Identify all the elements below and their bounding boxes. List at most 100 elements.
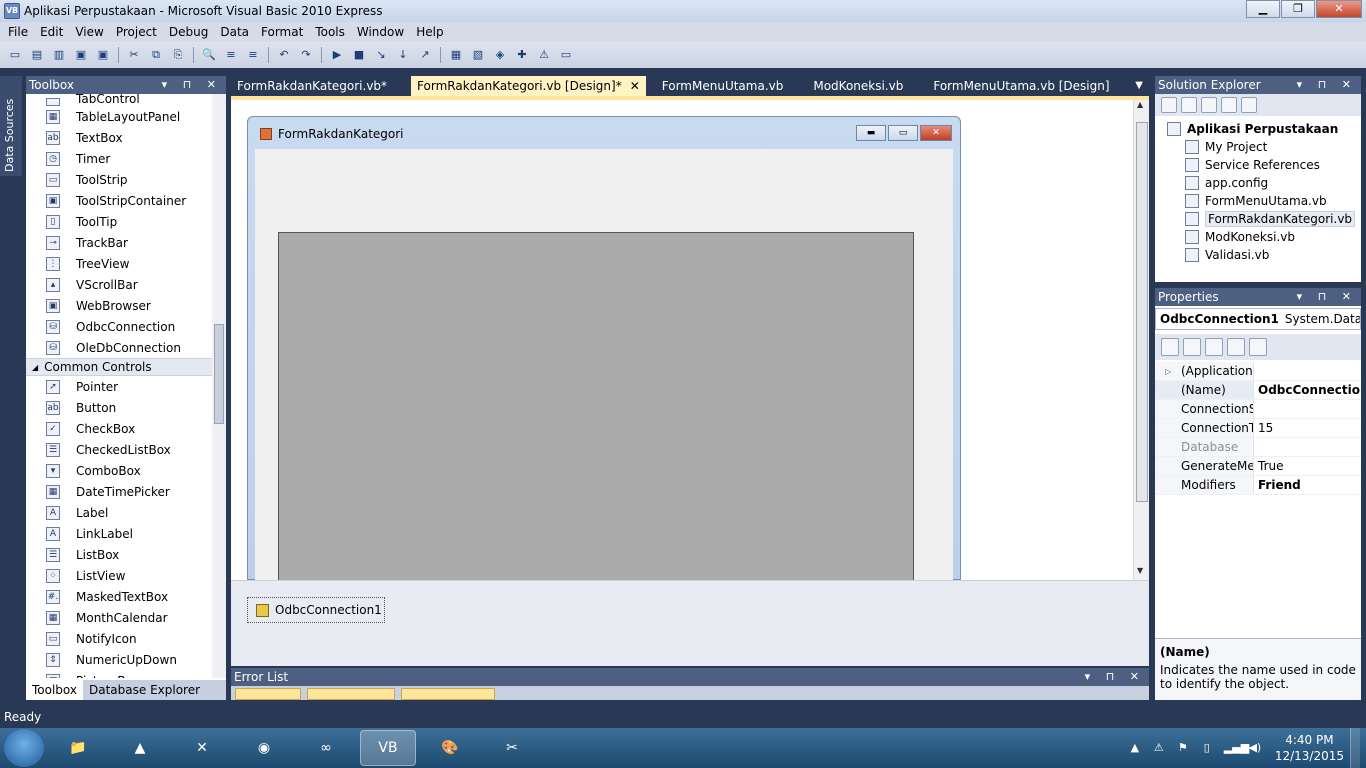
tab-list-dropdown-icon[interactable]: ▼ bbox=[1135, 80, 1143, 91]
comment-icon[interactable]: ≡ bbox=[223, 47, 239, 63]
undo-icon[interactable]: ↶ bbox=[276, 47, 292, 63]
doc-tab-0[interactable]: FormRakdanKategori.vb* bbox=[231, 76, 393, 96]
toolbox-item-picturebox[interactable]: ▨ PictureBox bbox=[26, 670, 212, 678]
minimize-button[interactable]: ▁ bbox=[1246, 0, 1280, 18]
toolbox-scrollbar[interactable] bbox=[212, 94, 226, 678]
solution-item-formrakdankategori-vb[interactable]: FormRakdanKategori.vb bbox=[1155, 210, 1361, 228]
properties-header-buttons[interactable]: ▾ ⊓ ✕ bbox=[1297, 288, 1357, 306]
toolbox-item-tooltip[interactable]: ▯ ToolTip bbox=[26, 211, 212, 232]
network-signal-icon[interactable]: ▂▄▆ bbox=[1224, 741, 1249, 755]
menu-view[interactable]: View bbox=[69, 25, 109, 39]
gray-panel[interactable] bbox=[278, 232, 914, 581]
find-icon[interactable]: 🔍 bbox=[201, 47, 217, 63]
property-value[interactable]: Friend bbox=[1253, 476, 1361, 494]
menu-debug[interactable]: Debug bbox=[163, 25, 214, 39]
show-desktop-button[interactable] bbox=[1350, 728, 1360, 768]
step-over-icon[interactable]: ↓ bbox=[395, 47, 411, 63]
property-row-connectionst[interactable]: ConnectionSt bbox=[1155, 400, 1361, 419]
toolbox-item-treeview[interactable]: ⋮ TreeView bbox=[26, 253, 212, 274]
toolbox-item-checkbox[interactable]: ✓ CheckBox bbox=[26, 418, 212, 439]
properties-object-selector[interactable]: OdbcConnection1 System.Data.Odbc bbox=[1155, 308, 1361, 330]
action-center-flag-icon[interactable]: ⚑ bbox=[1176, 741, 1190, 755]
copy-icon[interactable]: ⧉ bbox=[148, 47, 164, 63]
toolbox-item-linklabel[interactable]: A LinkLabel bbox=[26, 523, 212, 544]
form-window[interactable]: FormRakdanKategori ▬ ▭ ✕ bbox=[247, 116, 961, 581]
data-sources-tab[interactable]: Data Sources bbox=[0, 76, 22, 176]
form-close-button[interactable]: ✕ bbox=[920, 125, 952, 141]
solution-explorer-header-buttons[interactable]: ▾ ⊓ ✕ bbox=[1297, 76, 1357, 94]
property-value[interactable]: OdbcConnection1 bbox=[1253, 381, 1361, 399]
toolbox-item-textbox[interactable]: ab TextBox bbox=[26, 127, 212, 148]
events-icon[interactable] bbox=[1227, 338, 1245, 356]
property-value[interactable] bbox=[1253, 400, 1361, 418]
categorized-icon[interactable] bbox=[1161, 338, 1179, 356]
redo-icon[interactable]: ↷ bbox=[298, 47, 314, 63]
solution-item-modkoneksi-vb[interactable]: ModKoneksi.vb bbox=[1155, 228, 1361, 246]
toolbox-item-button[interactable]: ab Button bbox=[26, 397, 212, 418]
add-item-icon[interactable]: ▥ bbox=[51, 47, 67, 63]
form-client-area[interactable] bbox=[255, 149, 953, 581]
volume-icon[interactable]: ◀) bbox=[1248, 741, 1262, 755]
uncomment-icon[interactable]: ≡ bbox=[245, 47, 261, 63]
close-button[interactable]: ✕ bbox=[1316, 0, 1362, 18]
snipping-tool-icon[interactable]: ✂ bbox=[484, 730, 540, 766]
object-browser-icon[interactable]: ◈ bbox=[492, 47, 508, 63]
toolbox-item-notifyicon[interactable]: ▭ NotifyIcon bbox=[26, 628, 212, 649]
solution-root-project[interactable]: Aplikasi Perpustakaan bbox=[1155, 120, 1361, 138]
toolbox-item-listbox[interactable]: ☰ ListBox bbox=[26, 544, 212, 565]
property-row-connectionti[interactable]: ConnectionTi 15 bbox=[1155, 419, 1361, 438]
properties-icon[interactable]: ▧ bbox=[470, 47, 486, 63]
menu-window[interactable]: Window bbox=[351, 25, 410, 39]
visual-studio-icon[interactable]: ∞ bbox=[298, 730, 354, 766]
save-all-icon[interactable]: ▣ bbox=[95, 47, 111, 63]
menu-file[interactable]: File bbox=[2, 25, 34, 39]
toolbox-item-odbcconnection[interactable]: ⛁ OdbcConnection bbox=[26, 316, 212, 337]
property-value[interactable] bbox=[1253, 438, 1361, 456]
toolbox-item-oledbconnection[interactable]: ⛁ OleDbConnection bbox=[26, 337, 212, 358]
property-row-name[interactable]: (Name) OdbcConnection1 bbox=[1155, 381, 1361, 400]
toolbox-item-datetimepicker[interactable]: ▦ DateTimePicker bbox=[26, 481, 212, 502]
toolbox-item-checkedlistbox[interactable]: ☰ CheckedListBox bbox=[26, 439, 212, 460]
tab-database-explorer[interactable]: Database Explorer bbox=[83, 683, 206, 697]
menu-project[interactable]: Project bbox=[110, 25, 163, 39]
toolbox-category-common-controls[interactable]: ◢ Common Controls bbox=[26, 358, 212, 376]
close-tab-icon[interactable]: ✕ bbox=[630, 79, 640, 93]
toolbox-item-tablelayoutpanel[interactable]: ▦ TableLayoutPanel bbox=[26, 106, 212, 127]
alphabetical-icon[interactable] bbox=[1183, 338, 1201, 356]
cut-icon[interactable]: ✂ bbox=[126, 47, 142, 63]
firefox-icon[interactable]: ◉ bbox=[236, 730, 292, 766]
toolbox-item-vscrollbar[interactable]: ▴ VScrollBar bbox=[26, 274, 212, 295]
solution-item-app-config[interactable]: app.config bbox=[1155, 174, 1361, 192]
property-value[interactable]: 15 bbox=[1253, 419, 1361, 437]
property-row-modifiers[interactable]: Modifiers Friend bbox=[1155, 476, 1361, 495]
power-icon[interactable]: ▯ bbox=[1200, 741, 1214, 755]
menu-edit[interactable]: Edit bbox=[34, 25, 69, 39]
toolbox-item-webbrowser[interactable]: ▣ WebBrowser bbox=[26, 295, 212, 316]
odbc-connection-component[interactable]: OdbcConnection1 bbox=[247, 597, 385, 623]
toolbox-item-label[interactable]: A Label bbox=[26, 502, 212, 523]
new-project-icon[interactable]: ▭ bbox=[7, 47, 23, 63]
errors-tab[interactable] bbox=[235, 688, 301, 700]
toolbox-icon[interactable]: ✚ bbox=[514, 47, 530, 63]
scroll-down-arrow[interactable]: ▼ bbox=[1137, 566, 1143, 575]
toolbox-item-listview[interactable]: ⁘ ListView bbox=[26, 565, 212, 586]
toolbox-item-pointer[interactable]: ➚ Pointer bbox=[26, 376, 212, 397]
tab-toolbox[interactable]: Toolbox bbox=[26, 680, 83, 700]
property-value[interactable]: True bbox=[1253, 457, 1361, 475]
xampp-icon[interactable]: ✕ bbox=[174, 730, 230, 766]
save-icon[interactable]: ▣ bbox=[73, 47, 89, 63]
solution-explorer-icon[interactable]: ▦ bbox=[448, 47, 464, 63]
property-row-database[interactable]: Database bbox=[1155, 438, 1361, 457]
doc-tab-4[interactable]: FormMenuUtama.vb [Design] bbox=[927, 76, 1115, 96]
stop-icon[interactable]: ■ bbox=[351, 47, 367, 63]
property-value[interactable] bbox=[1253, 362, 1361, 380]
open-icon[interactable]: ▤ bbox=[29, 47, 45, 63]
properties-view-icon[interactable] bbox=[1161, 97, 1177, 113]
toolbox-item-numericupdown[interactable]: ⇕ NumericUpDown bbox=[26, 649, 212, 670]
designer-scroll-thumb[interactable] bbox=[1136, 122, 1148, 502]
form-maximize-button[interactable]: ▭ bbox=[888, 125, 918, 141]
solution-item-validasi-vb[interactable]: Validasi.vb bbox=[1155, 246, 1361, 264]
show-hidden-icons-arrow[interactable]: ▲ bbox=[1128, 741, 1142, 755]
paste-icon[interactable]: ⎘ bbox=[170, 47, 186, 63]
restore-button[interactable]: ❐ bbox=[1281, 0, 1315, 18]
